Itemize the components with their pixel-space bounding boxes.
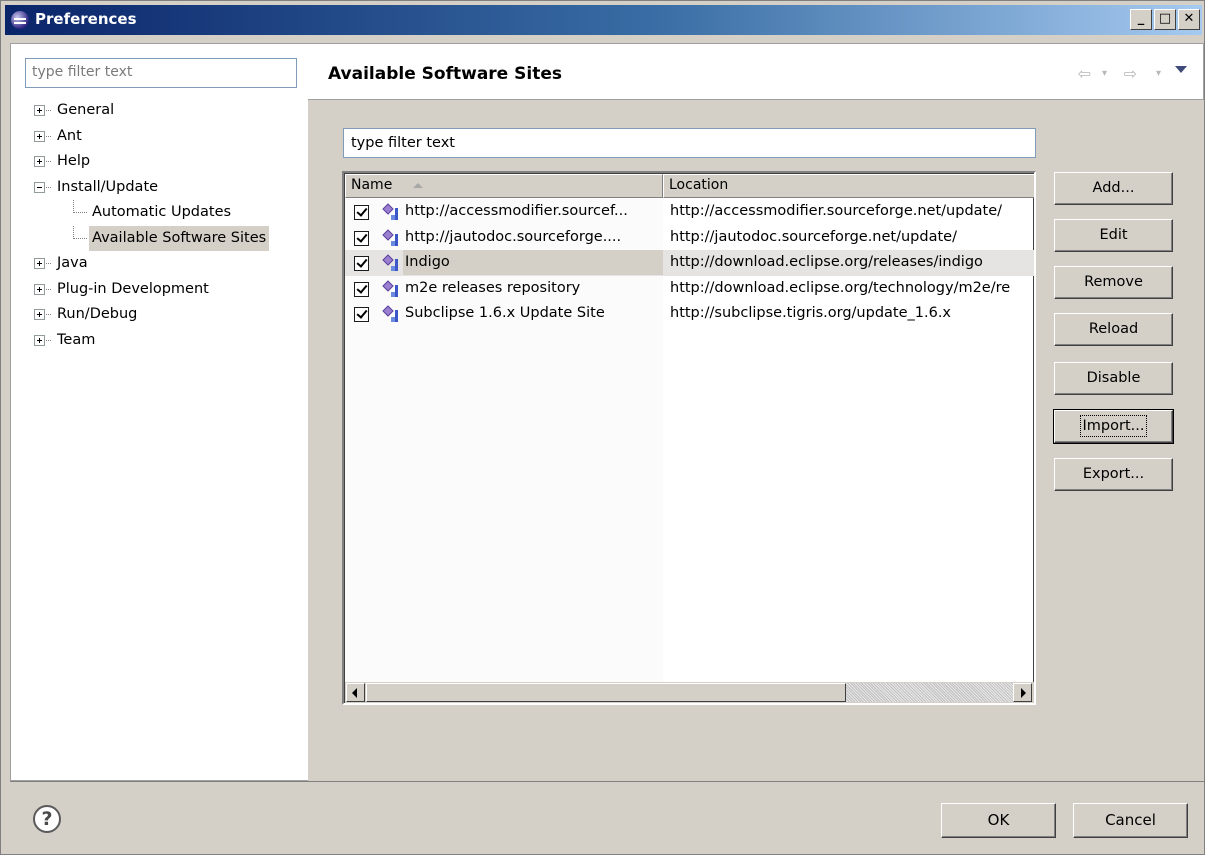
update-site-icon xyxy=(382,203,402,221)
site-location: http://download.eclipse.org/releases/ind… xyxy=(670,254,983,270)
tree-item-label: Team xyxy=(57,331,96,348)
site-location: http://jautodoc.sourceforge.net/update/ xyxy=(670,228,957,245)
tree-item-label: Run/Debug xyxy=(57,306,138,322)
maximize-button[interactable]: □ xyxy=(1154,9,1176,30)
site-filter-input[interactable]: type filter text xyxy=(343,128,1036,158)
tree-item[interactable]: Run/Debug xyxy=(11,302,309,328)
tree-item[interactable]: General xyxy=(11,98,309,124)
column-header-location[interactable]: Location xyxy=(663,174,1034,198)
site-name: Indigo xyxy=(403,250,663,275)
tree-item[interactable]: Available Software Sites xyxy=(11,225,309,252)
add-button[interactable]: Add... xyxy=(1054,172,1173,205)
tree-item-label: Plug-in Development xyxy=(57,280,209,297)
view-menu-icon[interactable] xyxy=(1175,66,1187,73)
tree-item[interactable]: Team xyxy=(11,328,309,354)
edit-button[interactable]: Edit xyxy=(1054,219,1173,252)
preference-tree: General Ant Help Install/Update Automatic Up… xyxy=(11,98,309,353)
expand-icon[interactable] xyxy=(34,334,45,346)
sites-table[interactable]: Name Location http://accessmodifier.sour… xyxy=(342,171,1036,705)
expand-icon[interactable] xyxy=(34,309,45,320)
update-site-icon xyxy=(382,254,402,272)
back-arrow-icon[interactable]: ⇦ xyxy=(1078,64,1091,83)
table-body: http://accessmodifier.sourcef... http://a… xyxy=(345,199,1034,327)
enable-checkbox[interactable] xyxy=(354,281,369,297)
table-row[interactable]: Subclipse 1.6.x Update Site http://subcli… xyxy=(345,301,1034,327)
update-site-icon xyxy=(382,305,402,323)
back-dropdown-icon[interactable]: ▾ xyxy=(1102,68,1107,79)
tree-item[interactable]: Ant xyxy=(11,124,309,150)
site-name: http://jautodoc.sourceforge.... xyxy=(405,228,622,245)
table-row[interactable]: Indigo http://download.eclipse.org/releas… xyxy=(345,250,1034,276)
tree-item[interactable]: Java xyxy=(11,251,309,277)
tree-item[interactable]: Help xyxy=(11,149,309,175)
tree-item-label: Available Software Sites xyxy=(89,225,270,251)
sort-ascending-icon xyxy=(413,183,423,188)
help-icon[interactable]: ? xyxy=(33,805,61,833)
tree-item-label: Ant xyxy=(57,127,82,144)
disable-button[interactable]: Disable xyxy=(1054,362,1173,395)
forward-dropdown-icon[interactable]: ▾ xyxy=(1156,68,1161,79)
scrollbar-track[interactable] xyxy=(846,683,1013,702)
preferences-window: Preferences _ □ ✕ type filter text Gener… xyxy=(0,0,1205,855)
table-row[interactable]: http://jautodoc.sourceforge.... http://ja… xyxy=(345,225,1034,251)
expand-icon[interactable] xyxy=(34,130,45,142)
enable-checkbox[interactable] xyxy=(354,256,369,271)
tree-item-label: Install/Update xyxy=(57,178,159,195)
import-button[interactable]: Import... xyxy=(1053,409,1174,444)
reload-button[interactable]: Reload xyxy=(1054,313,1173,346)
window-title: Preferences xyxy=(35,10,137,28)
horizontal-scrollbar[interactable] xyxy=(345,682,1034,703)
tree-item[interactable]: Install/Update xyxy=(11,175,309,201)
table-header: Name Location xyxy=(345,174,1034,198)
enable-checkbox[interactable] xyxy=(354,307,369,322)
tree-item[interactable]: Automatic Updates xyxy=(11,200,309,226)
expand-icon[interactable] xyxy=(34,258,45,269)
site-name: m2e releases repository xyxy=(405,279,581,296)
scroll-left-button[interactable] xyxy=(346,683,365,702)
tree-item-label: Java xyxy=(57,255,88,271)
expand-icon[interactable] xyxy=(34,105,45,116)
tree-item-label: Help xyxy=(57,153,91,169)
scroll-right-button[interactable] xyxy=(1013,683,1032,702)
tree-item-label: Automatic Updates xyxy=(92,204,232,220)
column-header-name[interactable]: Name xyxy=(345,174,663,198)
preference-tree-panel: type filter text General Ant Help Install/U… xyxy=(10,43,308,781)
forward-arrow-icon[interactable]: ⇨ xyxy=(1124,64,1137,83)
expand-icon[interactable] xyxy=(34,283,45,295)
close-button[interactable]: ✕ xyxy=(1178,9,1200,30)
ok-button[interactable]: OK xyxy=(941,803,1056,838)
tree-item-label: General xyxy=(57,102,115,118)
dialog-footer: ? OK Cancel xyxy=(10,781,1204,854)
remove-button[interactable]: Remove xyxy=(1054,266,1173,299)
eclipse-icon xyxy=(11,11,29,29)
site-location: http://download.eclipse.org/technology/m… xyxy=(670,279,1011,296)
update-site-icon xyxy=(382,279,402,298)
table-row[interactable]: m2e releases repository http://download.e… xyxy=(345,276,1034,302)
preference-page: Available Software Sites ⇦ ▾ ⇨ ▾ type fi… xyxy=(308,43,1204,781)
expand-icon[interactable] xyxy=(34,156,45,167)
minimize-button[interactable]: _ xyxy=(1130,9,1152,30)
title-bar[interactable]: Preferences _ □ ✕ xyxy=(5,5,1202,35)
site-name: http://accessmodifier.sourcef... xyxy=(405,203,628,219)
column-name-label: Name xyxy=(351,177,393,193)
scrollbar-thumb[interactable] xyxy=(366,683,846,702)
enable-checkbox[interactable] xyxy=(354,205,369,220)
table-row[interactable]: http://accessmodifier.sourcef... http://a… xyxy=(345,199,1034,225)
update-site-icon xyxy=(382,228,402,247)
cancel-button[interactable]: Cancel xyxy=(1073,803,1188,838)
site-name: Subclipse 1.6.x Update Site xyxy=(405,305,605,321)
tree-item[interactable]: Plug-in Development xyxy=(11,277,309,303)
collapse-icon[interactable] xyxy=(34,181,45,193)
enable-checkbox[interactable] xyxy=(354,230,369,246)
export-button[interactable]: Export... xyxy=(1054,458,1173,491)
page-header: Available Software Sites ⇦ ▾ ⇨ ▾ xyxy=(308,43,1204,100)
page-title: Available Software Sites xyxy=(328,64,562,84)
column-location-label: Location xyxy=(669,177,729,193)
tree-filter-input[interactable]: type filter text xyxy=(25,58,297,88)
site-location: http://accessmodifier.sourceforge.net/up… xyxy=(670,203,1003,219)
site-location: http://subclipse.tigris.org/update_1.6.x xyxy=(670,305,952,321)
